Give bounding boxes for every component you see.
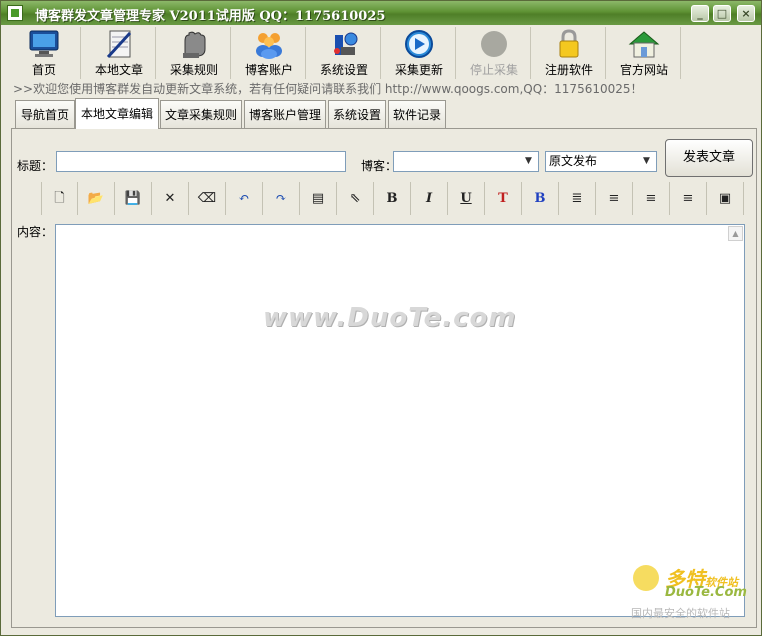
justify-icon[interactable]: ≣ <box>559 182 596 215</box>
main-toolbar: 首页 本地文章 采集规则 博客账户 系统设置 采集更新 停止采集 注册软件 官方… <box>7 27 757 79</box>
toolbar-blog-accounts-label: 博客账户 <box>244 63 293 77</box>
close-button[interactable]: × <box>737 5 755 22</box>
scroll-up-arrow-icon[interactable]: ▲ <box>728 226 743 241</box>
home-icon <box>628 31 660 58</box>
insert-image-icon[interactable]: ▣ <box>707 182 744 215</box>
logo-line2: DuoTe.Com <box>665 585 747 600</box>
mascot-icon <box>633 565 659 591</box>
delete-icon[interactable]: ✕ <box>152 182 189 215</box>
app-window: 博客群发文章管理专家 V2011试用版 QQ：1175610025 _ □ × … <box>0 0 762 636</box>
font-color-icon[interactable]: T <box>485 182 522 215</box>
select-all-icon[interactable]: ▤ <box>300 182 337 215</box>
tab-local-article-edit[interactable]: 本地文章编辑 <box>75 98 159 129</box>
tab-system-settings[interactable]: 系统设置 <box>328 100 386 128</box>
welcome-marquee: >>欢迎您使用博客群发自动更新文章系统，若有任何疑问请联系我们 http://w… <box>13 82 643 96</box>
tab-nav-home[interactable]: 导航首页 <box>15 100 75 128</box>
duote-corner-logo: 多特软件站 DuoTe.Com 国内最安全的软件站 <box>631 561 759 625</box>
align-right-icon[interactable]: ≡ <box>670 182 707 215</box>
open-icon[interactable]: 📂 <box>78 182 115 215</box>
play-icon <box>405 30 433 58</box>
lock-icon <box>559 29 579 58</box>
toolbar-register-button[interactable]: 注册软件 <box>532 27 606 79</box>
toolbar-home-button[interactable]: 首页 <box>7 27 81 79</box>
save-icon[interactable]: 💾 <box>115 182 152 215</box>
toolbar-register-label: 注册软件 <box>544 63 593 77</box>
italic-icon[interactable]: I <box>411 182 448 215</box>
redo-icon[interactable]: ↷ <box>263 182 300 215</box>
notebook-icon <box>106 30 132 59</box>
pointer-icon[interactable]: ⇖ <box>337 182 374 215</box>
window-title: 博客群发文章管理专家 V2011试用版 QQ：1175610025 <box>35 9 386 24</box>
align-center-icon[interactable]: ≡ <box>633 182 670 215</box>
app-icon <box>7 5 23 21</box>
content-label: 内容： <box>17 225 54 239</box>
underline-icon[interactable]: U <box>448 182 485 215</box>
toolbar-stop-collect-button[interactable]: 停止采集 <box>457 27 531 79</box>
content-editor[interactable]: ▲ <box>55 224 745 617</box>
minimize-button[interactable]: _ <box>691 5 709 22</box>
publish-article-button[interactable]: 发表文章 <box>665 139 753 177</box>
blog-label: 博客： <box>361 159 398 173</box>
logo-line3: 国内最安全的软件站 <box>631 607 730 620</box>
tab-blog-account-manage[interactable]: 博客账户管理 <box>244 100 326 128</box>
tab-collect-rules[interactable]: 文章采集规则 <box>160 100 242 128</box>
toolbar-official-site-label: 官方网站 <box>619 63 668 77</box>
toolbar-collect-rules-button[interactable]: 采集规则 <box>157 27 231 79</box>
chevron-down-icon: ▼ <box>643 156 650 166</box>
eraser-icon[interactable]: ⌫ <box>189 182 226 215</box>
duote-watermark: www.DuoTe.com <box>263 303 517 333</box>
bold-icon[interactable]: B <box>374 182 411 215</box>
toolbar-collect-update-button[interactable]: 采集更新 <box>382 27 456 79</box>
users-icon <box>256 33 282 59</box>
toolbar-system-settings-label: 系统设置 <box>319 63 368 77</box>
glove-icon <box>183 31 206 58</box>
tools-icon <box>334 32 358 55</box>
maximize-button[interactable]: □ <box>713 5 731 22</box>
publish-mode-select[interactable]: 原文发布 ▼ <box>545 151 657 172</box>
tab-software-log[interactable]: 软件记录 <box>388 100 446 128</box>
title-input[interactable] <box>56 151 346 172</box>
undo-icon[interactable]: ↶ <box>226 182 263 215</box>
toolbar-official-site-button[interactable]: 官方网站 <box>607 27 681 79</box>
toolbar-home-label: 首页 <box>31 63 56 77</box>
align-left-icon[interactable]: ≡ <box>596 182 633 215</box>
toolbar-blog-accounts-button[interactable]: 博客账户 <box>232 27 306 79</box>
toolbar-collect-rules-label: 采集规则 <box>169 63 218 77</box>
title-label: 标题： <box>17 159 54 173</box>
publish-mode-value: 原文发布 <box>549 154 598 168</box>
monitor-icon <box>29 30 59 57</box>
editor-toolbar: 🗋 📂 💾 ✕ ⌫ ↶ ↷ ▤ ⇖ B I U T B ≣ ≡ ≡ ≡ ▣ <box>41 182 757 215</box>
toolbar-collect-update-label: 采集更新 <box>394 63 443 77</box>
blog-select[interactable]: ▼ <box>393 151 539 172</box>
chevron-down-icon: ▼ <box>525 156 532 166</box>
toolbar-local-articles-label: 本地文章 <box>94 63 143 77</box>
toolbar-local-articles-button[interactable]: 本地文章 <box>82 27 156 79</box>
toolbar-system-settings-button[interactable]: 系统设置 <box>307 27 381 79</box>
toolbar-stop-collect-label: 停止采集 <box>469 63 518 77</box>
stop-icon <box>481 31 507 57</box>
bg-color-icon[interactable]: B <box>522 182 559 215</box>
title-bar: 博客群发文章管理专家 V2011试用版 QQ：1175610025 _ □ × <box>1 1 761 25</box>
new-icon[interactable]: 🗋 <box>41 182 78 215</box>
